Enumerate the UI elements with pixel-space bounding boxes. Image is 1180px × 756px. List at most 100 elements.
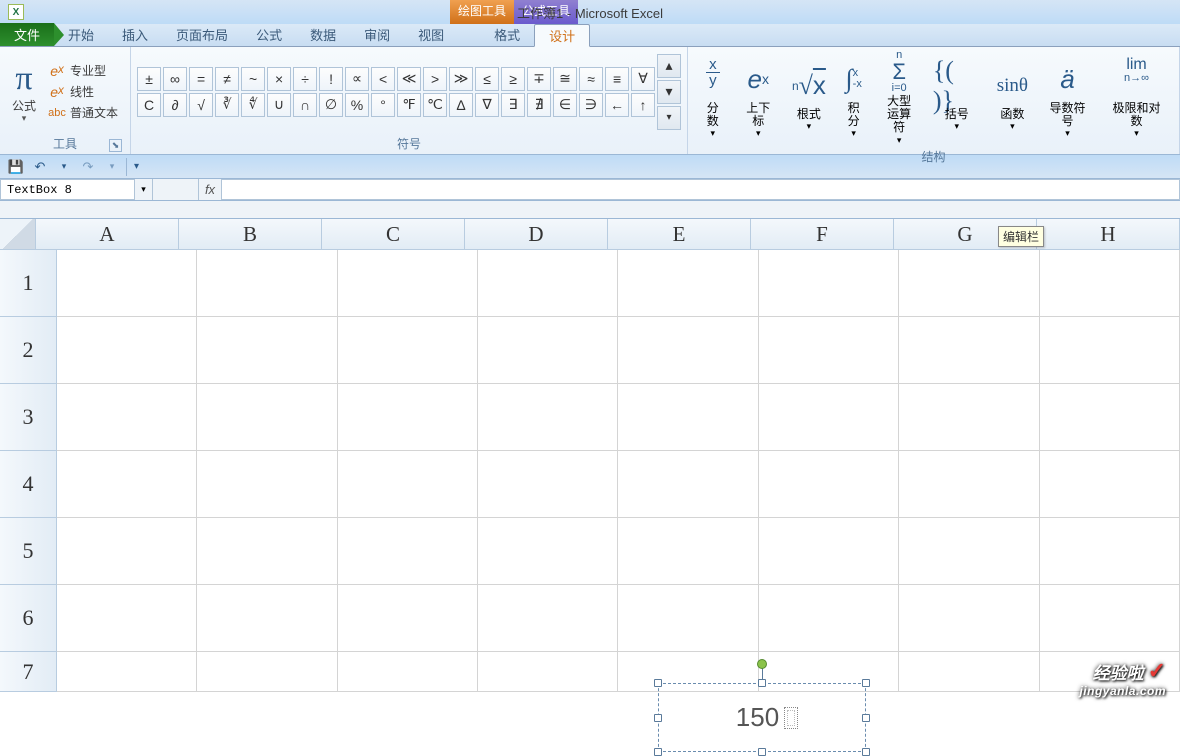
cell-D2[interactable] (478, 317, 618, 384)
symbol-∜[interactable]: ∜ (241, 93, 265, 117)
name-box-input[interactable] (7, 183, 128, 197)
symbol-<[interactable]: < (371, 67, 395, 91)
cell-G2[interactable] (899, 317, 1039, 384)
cell-E1[interactable] (618, 250, 758, 317)
cell-E3[interactable] (618, 384, 758, 451)
fraction-button[interactable]: xy分数▾ (694, 57, 732, 139)
symbol-∋[interactable]: ∋ (579, 93, 603, 117)
symbol-÷[interactable]: ÷ (293, 67, 317, 91)
symbol-≠[interactable]: ≠ (215, 67, 239, 91)
cell-F2[interactable] (759, 317, 899, 384)
cell-F6[interactable] (759, 585, 899, 652)
col-header-H[interactable]: H (1037, 219, 1180, 250)
cell-A6[interactable] (57, 585, 197, 652)
tab-view[interactable]: 视图 (404, 23, 458, 46)
cell-A5[interactable] (57, 518, 197, 585)
cell-G3[interactable] (899, 384, 1039, 451)
save-button[interactable]: 💾 (6, 158, 26, 176)
large-operator-button[interactable]: nΣi=0大型 运算符▾ (874, 50, 923, 146)
symbol-C[interactable]: C (137, 93, 161, 117)
cell-F4[interactable] (759, 451, 899, 518)
cell-C3[interactable] (338, 384, 478, 451)
row-header-4[interactable]: 4 (0, 451, 57, 518)
function-button[interactable]: sinθ函数▾ (990, 63, 1035, 132)
linear-button[interactable]: ex线性 (46, 82, 120, 101)
cell-B4[interactable] (197, 451, 337, 518)
fx-button[interactable]: fx (198, 179, 222, 200)
script-button[interactable]: ex上下标▾ (734, 57, 783, 139)
symbol-≅[interactable]: ≅ (553, 67, 577, 91)
symbol->[interactable]: > (423, 67, 447, 91)
col-header-F[interactable]: F (751, 219, 894, 250)
cell-E6[interactable] (618, 585, 758, 652)
dialog-launcher-tools[interactable]: ⬊ (109, 139, 122, 152)
redo-button[interactable]: ↷ (78, 158, 98, 176)
cell-A7[interactable] (57, 652, 197, 692)
cell-H4[interactable] (1040, 451, 1180, 518)
cell-C7[interactable] (338, 652, 478, 692)
symbol-∈[interactable]: ∈ (553, 93, 577, 117)
worksheet[interactable]: ABCDEFGH 1234567 150 (0, 219, 1180, 692)
cell-B5[interactable] (197, 518, 337, 585)
handle-bottom-right[interactable] (862, 748, 870, 756)
undo-button[interactable]: ↶ (30, 158, 50, 176)
cell-B6[interactable] (197, 585, 337, 652)
cell-B1[interactable] (197, 250, 337, 317)
cell-C1[interactable] (338, 250, 478, 317)
formula-button[interactable]: π 公式 ▾ (6, 59, 42, 124)
symbol-≫[interactable]: ≫ (449, 67, 473, 91)
cell-D4[interactable] (478, 451, 618, 518)
cell-A1[interactable] (57, 250, 197, 317)
cell-C2[interactable] (338, 317, 478, 384)
cell-E5[interactable] (618, 518, 758, 585)
symbol-~[interactable]: ~ (241, 67, 265, 91)
professional-button[interactable]: ex专业型 (46, 61, 120, 80)
symbol-≡[interactable]: ≡ (605, 67, 629, 91)
symbol-=[interactable]: = (189, 67, 213, 91)
cell-G6[interactable] (899, 585, 1039, 652)
symbol-∄[interactable]: ∄ (527, 93, 551, 117)
row-header-3[interactable]: 3 (0, 384, 57, 451)
col-header-D[interactable]: D (465, 219, 608, 250)
formula-input[interactable] (222, 179, 1180, 200)
name-box-dropdown[interactable]: ▾ (135, 179, 153, 200)
symbol-√[interactable]: √ (189, 93, 213, 117)
limit-button[interactable]: limn→∞极限和对数▾ (1100, 57, 1173, 139)
cell-G5[interactable] (899, 518, 1039, 585)
cell-D5[interactable] (478, 518, 618, 585)
cell-F1[interactable] (759, 250, 899, 317)
symbol-≥[interactable]: ≥ (501, 67, 525, 91)
equation-placeholder-icon[interactable] (784, 707, 798, 729)
cell-E4[interactable] (618, 451, 758, 518)
cell-C4[interactable] (338, 451, 478, 518)
symbol-∓[interactable]: ∓ (527, 67, 551, 91)
cell-B3[interactable] (197, 384, 337, 451)
tab-layout[interactable]: 页面布局 (162, 23, 242, 46)
symbol-∅[interactable]: ∅ (319, 93, 343, 117)
symbol-∝[interactable]: ∝ (345, 67, 369, 91)
handle-middle-left[interactable] (654, 714, 662, 722)
symbols-scroll-up[interactable]: ▴ (657, 54, 681, 78)
cell-B2[interactable] (197, 317, 337, 384)
cell-G7[interactable] (899, 652, 1039, 692)
contextual-drawing-tools[interactable]: 绘图工具 (450, 0, 514, 24)
cell-D6[interactable] (478, 585, 618, 652)
cell-C5[interactable] (338, 518, 478, 585)
symbol-≤[interactable]: ≤ (475, 67, 499, 91)
name-box[interactable] (0, 179, 135, 200)
symbol-≪[interactable]: ≪ (397, 67, 421, 91)
cell-C6[interactable] (338, 585, 478, 652)
cell-H3[interactable] (1040, 384, 1180, 451)
symbol-≈[interactable]: ≈ (579, 67, 603, 91)
cell-A2[interactable] (57, 317, 197, 384)
symbol-℃[interactable]: ℃ (423, 93, 447, 117)
symbol-↑[interactable]: ↑ (631, 93, 655, 117)
symbol-∛[interactable]: ∛ (215, 93, 239, 117)
symbol-∞[interactable]: ∞ (163, 67, 187, 91)
handle-top-left[interactable] (654, 679, 662, 687)
redo-dropdown[interactable]: ▾ (102, 158, 122, 176)
cell-F3[interactable] (759, 384, 899, 451)
row-header-5[interactable]: 5 (0, 518, 57, 585)
cell-F5[interactable] (759, 518, 899, 585)
cell-G1[interactable] (899, 250, 1039, 317)
